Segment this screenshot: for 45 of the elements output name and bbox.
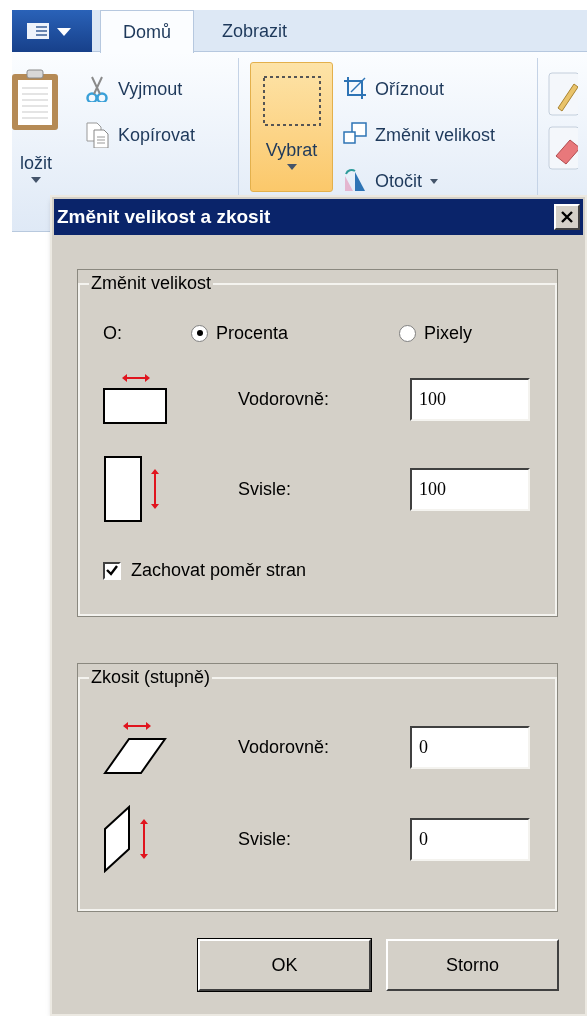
rotate-icon [343,168,367,194]
scissors-icon [86,76,110,102]
dialog-title: Změnit velikost a zkosit [57,204,271,229]
input-field[interactable]: 100 [410,467,530,511]
radio-option[interactable]: Procenta [191,319,399,347]
radio-button[interactable] [399,324,416,342]
pencil-icon[interactable] [548,72,578,116]
paste-button[interactable]: ložit [12,150,60,183]
input-field[interactable]: 100 [410,377,530,421]
dialog-button[interactable]: OK [198,939,371,991]
selection-icon [261,75,322,127]
horizontal-resize-icon [103,373,169,425]
field-label: Vodorovně: [238,387,331,411]
group-title: Zkosit (stupně) [90,666,212,689]
eraser-icon[interactable] [548,126,578,170]
caret-icon [31,177,41,183]
app-menu-button[interactable] [12,10,92,52]
ribbon-tab[interactable]: Domů [100,10,194,53]
dialog-button[interactable]: Storno [386,939,559,991]
field-label: Vodorovně: [238,735,331,759]
ribbon-button[interactable]: Vyjmout [86,74,238,104]
crop-icon [343,76,367,102]
field-label: Svisle: [238,477,292,501]
copy-icon [86,122,110,148]
group-title: Změnit velikost [90,272,213,295]
caret-icon [430,178,438,184]
radio-button[interactable] [191,324,208,342]
ribbon-tab[interactable]: Zobrazit [194,10,316,52]
caret-icon [286,164,297,170]
checkbox-option[interactable]: Zachovat poměr stran [103,557,532,584]
checkmark-icon [106,565,118,576]
clipboard-icon[interactable] [12,68,60,132]
ribbon-button[interactable]: Oříznout [343,74,537,104]
field-label: O: [103,321,123,345]
radio-option[interactable]: Pixely [399,319,472,347]
input-field[interactable]: 0 [410,817,530,861]
input-field[interactable]: 0 [410,725,530,769]
field-label: Svisle: [238,827,292,851]
ribbon-button[interactable]: Kopírovat [86,120,238,150]
close-icon [560,210,574,224]
ribbon-button[interactable]: Otočit [343,166,537,196]
select-button[interactable]: Vybrat [250,62,333,192]
close-button[interactable] [554,204,580,230]
checkbox[interactable] [103,561,121,580]
ribbon-button[interactable]: Změnit velikost [343,120,537,150]
